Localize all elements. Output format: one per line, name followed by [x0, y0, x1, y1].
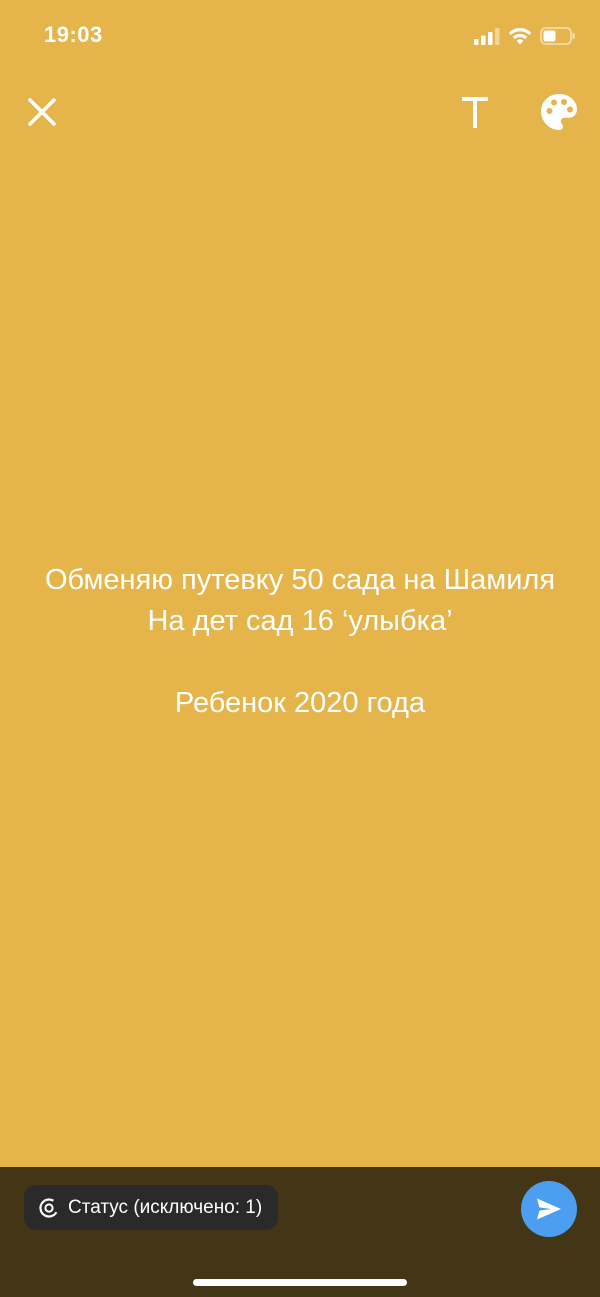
background-color-button[interactable] [536, 89, 582, 135]
home-indicator [193, 1279, 407, 1286]
send-button[interactable] [521, 1181, 577, 1237]
status-text[interactable]: Обменяю путевку 50 сада на Шамиля На дет… [30, 560, 570, 724]
privacy-label: Статус (исключено: 1) [68, 1196, 263, 1218]
close-icon [28, 98, 56, 126]
status-icons [474, 26, 576, 46]
status-time: 19:03 [44, 22, 103, 47]
palette-icon [541, 94, 577, 130]
close-button[interactable] [20, 90, 64, 134]
wifi-icon [508, 28, 532, 45]
send-icon [537, 1198, 561, 1220]
privacy-settings-button[interactable]: Статус (исключено: 1) [24, 1185, 279, 1230]
battery-icon [540, 27, 575, 45]
cellular-signal-icon [474, 28, 500, 45]
text-format-button[interactable] [452, 88, 498, 136]
privacy-icon [39, 1197, 59, 1218]
system-status-bar: 19:03 [0, 0, 600, 72]
text-format-icon [462, 97, 488, 128]
bottom-bar: Статус (исключено: 1) [0, 1167, 600, 1297]
